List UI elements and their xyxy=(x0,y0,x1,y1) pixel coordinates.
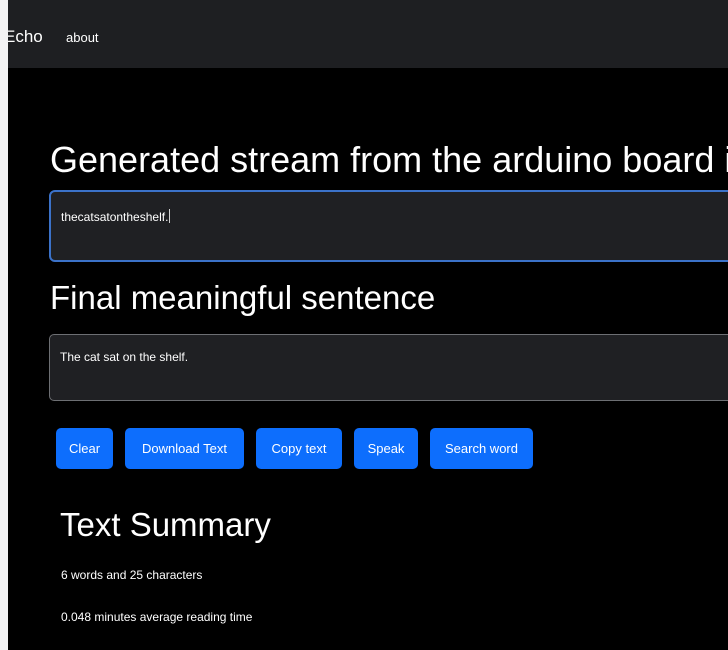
copy-text-button[interactable]: Copy text xyxy=(256,428,342,469)
word-character-count: 6 words and 25 characters xyxy=(61,568,203,582)
navbar: Echo about xyxy=(8,0,728,68)
final-sentence-heading: Final meaningful sentence xyxy=(50,279,436,316)
app-window: Echo about Generated stream from the ard… xyxy=(8,0,728,650)
stream-text: thecatsatontheshelf. xyxy=(61,210,169,224)
nav-link-about[interactable]: about xyxy=(66,29,99,47)
speak-button[interactable]: Speak xyxy=(354,428,418,469)
text-summary-heading: Text Summary xyxy=(60,506,271,543)
download-text-button[interactable]: Download Text xyxy=(125,428,244,469)
final-sentence-text: The cat sat on the shelf. xyxy=(60,350,189,364)
text-cursor xyxy=(169,209,171,223)
brand-link[interactable]: Echo xyxy=(8,26,43,48)
stream-textarea[interactable]: thecatsatontheshelf. xyxy=(49,190,728,262)
search-word-button[interactable]: Search word xyxy=(430,428,533,469)
final-sentence-textarea[interactable]: The cat sat on the shelf. xyxy=(49,334,728,401)
clear-button[interactable]: Clear xyxy=(56,428,113,469)
reading-time: 0.048 minutes average reading time xyxy=(61,610,253,624)
stream-heading: Generated stream from the arduino board … xyxy=(50,139,728,180)
